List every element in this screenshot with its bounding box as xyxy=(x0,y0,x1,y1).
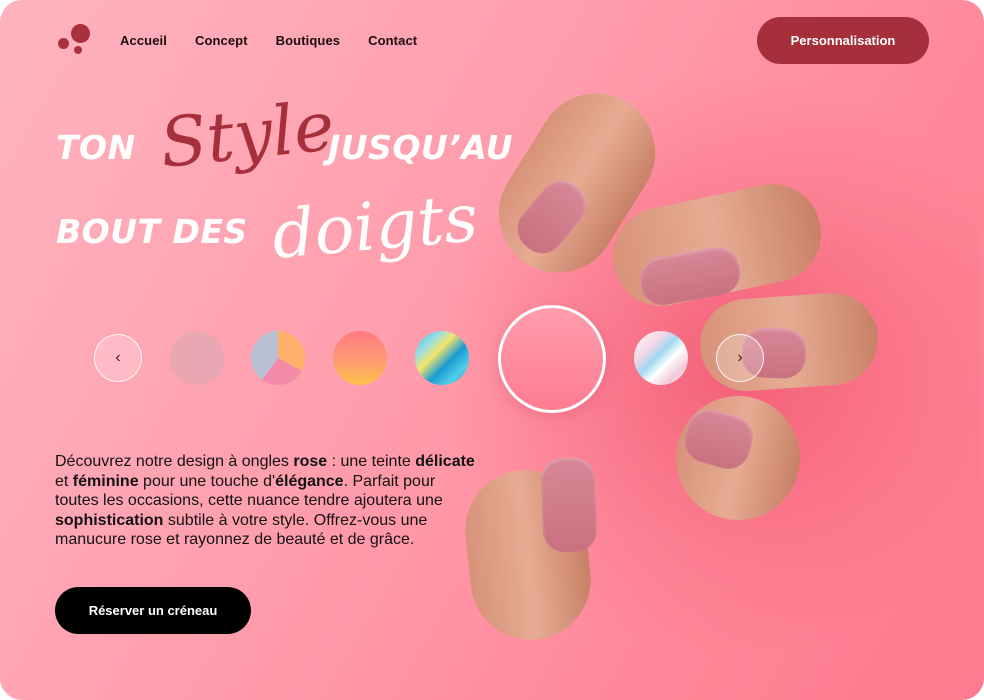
headline-script-style: Style xyxy=(156,87,338,184)
personnalisation-button[interactable]: Personnalisation xyxy=(757,17,929,64)
reserve-slot-button[interactable]: Réserver un créneau xyxy=(55,587,251,634)
headline-word-jusquau: JUSQU’AU xyxy=(328,128,514,167)
nav-concept[interactable]: Concept xyxy=(195,33,248,48)
nav-contact[interactable]: Contact xyxy=(368,33,417,48)
hero-description: Découvrez notre design à ongles rose : u… xyxy=(55,453,475,549)
swatch-marble-blue[interactable] xyxy=(415,331,469,385)
brand-logo[interactable] xyxy=(58,24,92,56)
carousel-prev-button[interactable]: ‹ xyxy=(94,334,142,382)
swatch-coral-gradient[interactable] xyxy=(333,331,387,385)
swatch-tricolor-pastel[interactable] xyxy=(251,331,305,385)
headline-word-ton: TON xyxy=(56,128,136,167)
page: Accueil Concept Boutiques Contact Person… xyxy=(0,0,984,700)
swatch-marble-white[interactable] xyxy=(634,331,688,385)
swatch-pale-pink[interactable] xyxy=(170,331,224,385)
carousel-next-button[interactable]: › xyxy=(716,334,764,382)
nav-accueil[interactable]: Accueil xyxy=(120,33,167,48)
chevron-right-icon: › xyxy=(737,349,743,366)
nav-boutiques[interactable]: Boutiques xyxy=(276,33,340,48)
main-nav: Accueil Concept Boutiques Contact xyxy=(120,33,417,48)
headline-word-bout-des: BOUT DES xyxy=(56,212,248,251)
chevron-left-icon: ‹ xyxy=(115,349,121,366)
swatch-selected-pink[interactable] xyxy=(498,305,606,413)
